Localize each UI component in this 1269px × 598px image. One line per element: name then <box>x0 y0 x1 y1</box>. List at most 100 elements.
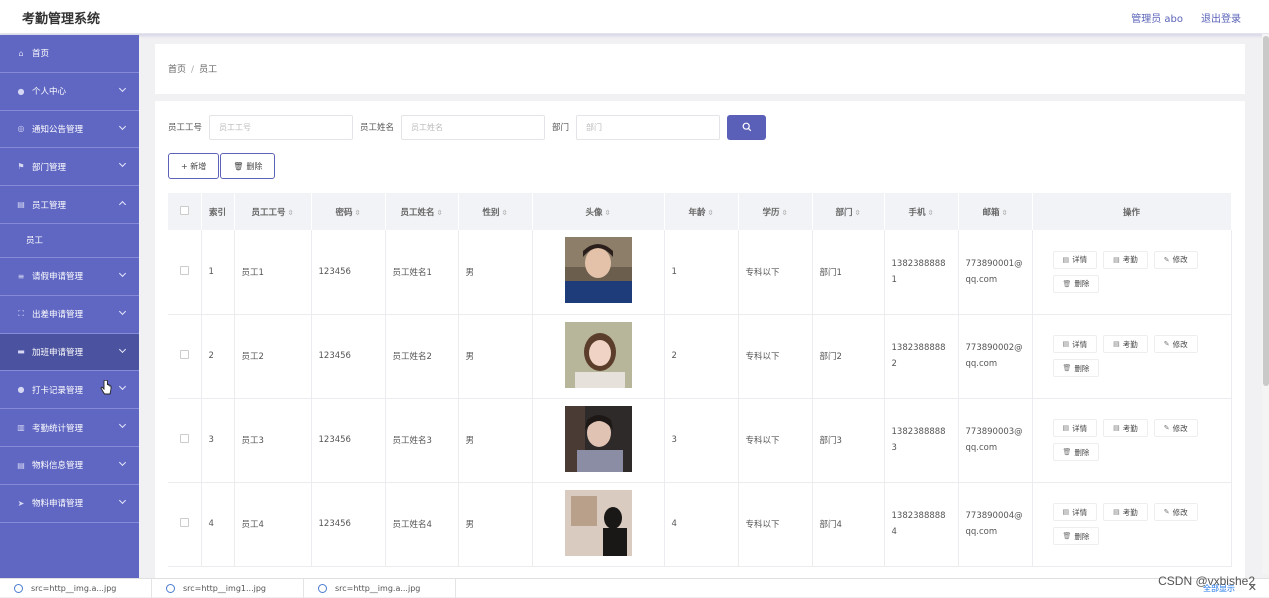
trash-icon: 🗑 <box>1062 364 1072 372</box>
trash-icon: 🗑 <box>233 161 244 171</box>
row-delete-button[interactable]: 🗑 删除 <box>1052 274 1100 293</box>
edit-button[interactable]: ✎ 修改 <box>1153 335 1198 353</box>
watermark: CSDN @vxbishe2 <box>1158 574 1255 588</box>
doc-icon: ▤ <box>17 460 25 470</box>
row-checkbox[interactable] <box>179 518 189 527</box>
add-button[interactable]: + 新增 <box>168 153 220 179</box>
globe-icon: ◎ <box>17 124 25 134</box>
sidebar-item-personal[interactable]: ● 个人中心 <box>0 73 139 111</box>
column-header[interactable]: 邮箱 ⇳ <box>958 193 1033 230</box>
download-item[interactable]: src=http__img.a...jpg <box>0 578 152 598</box>
sort-icon: ⇳ <box>854 208 861 217</box>
attendance-button[interactable]: ▤ 考勤 <box>1103 335 1148 353</box>
detail-button[interactable]: ▤ 详情 <box>1052 335 1098 353</box>
sidebar-item-department[interactable]: ⚑ 部门管理 <box>0 148 139 187</box>
row-delete-button[interactable]: 🗑 删除 <box>1052 527 1100 545</box>
row-delete-button[interactable]: 🗑 删除 <box>1052 443 1100 461</box>
menu-icon: ≡ <box>17 271 25 281</box>
edit-button[interactable]: ✎ 修改 <box>1153 419 1198 437</box>
cell-actions: ▤ 详情 ▤ 考勤 ✎ 修改 🗑 删除 <box>1032 398 1232 483</box>
avatar[interactable] <box>564 321 632 388</box>
chevron-down-icon <box>118 307 127 315</box>
column-header[interactable]: 手机 ⇳ <box>884 193 959 230</box>
sidebar-item-home[interactable]: ⌂ 首页 <box>0 35 139 73</box>
hand-cursor-icon <box>100 380 112 395</box>
cell-index: 4 <box>201 482 235 567</box>
table-row: 2 员工2 123456 员工姓名2 男 2 专科以下 部门2 13823888… <box>168 314 1232 399</box>
cell-age: 3 <box>664 398 739 483</box>
sidebar-item-label: 物料申请管理 <box>32 499 84 510</box>
column-header[interactable]: 学历 ⇳ <box>738 193 813 230</box>
detail-button[interactable]: ▤ 详情 <box>1052 419 1098 437</box>
column-header[interactable]: 员工姓名 ⇳ <box>385 193 459 230</box>
sidebar-subitem-employee[interactable]: 员工 <box>0 223 139 258</box>
column-header[interactable]: 部门 ⇳ <box>812 193 885 230</box>
logout-link[interactable]: 退出登录 <box>1201 10 1241 25</box>
doc-icon: ▤ <box>1113 340 1120 348</box>
sort-icon: ⇳ <box>436 208 443 217</box>
avatar[interactable] <box>564 237 632 304</box>
sidebar-item-material-request[interactable]: ➤ 物料申请管理 <box>0 485 139 523</box>
cell-index: 2 <box>201 314 235 399</box>
breadcrumb-current: 员工 <box>199 65 218 75</box>
cell-email: 773890004@ qq.com <box>958 482 1033 567</box>
sidebar-item-overtime[interactable]: ▬ 加班申请管理 <box>0 333 139 372</box>
attendance-button[interactable]: ▤ 考勤 <box>1103 250 1148 269</box>
search-icon <box>742 122 751 132</box>
row-delete-button[interactable]: 🗑 删除 <box>1052 359 1100 377</box>
sidebar-item-clock-in[interactable]: ● 打卡记录管理 <box>0 371 139 410</box>
row-checkbox[interactable] <box>179 434 189 443</box>
attendance-button[interactable]: ▤ 考勤 <box>1103 419 1148 437</box>
employee-name-label: 员工姓名 <box>360 123 395 133</box>
search-button[interactable] <box>727 114 767 140</box>
row-checkbox[interactable] <box>179 350 189 359</box>
sidebar-item-business-trip[interactable]: ⛶ 出差申请管理 <box>0 296 139 334</box>
doc-icon: ▤ <box>1113 424 1120 432</box>
delete-button[interactable]: 🗑 删除 <box>220 153 276 179</box>
page-scrollbar-thumb[interactable] <box>1263 36 1269 386</box>
download-item[interactable]: src=http__img.a...jpg <box>304 578 456 598</box>
department-input[interactable]: 部门 <box>576 114 721 140</box>
edit-button[interactable]: ✎ 修改 <box>1153 250 1198 269</box>
top-bar: 考勤管理系统 管理员 abo 退出登录 <box>0 0 1269 34</box>
cell-avatar <box>532 314 665 399</box>
sort-icon: ⇳ <box>1001 208 1008 217</box>
sort-icon: ⇳ <box>501 208 508 217</box>
edit-button[interactable]: ✎ 修改 <box>1153 503 1198 521</box>
trash-icon: 🗑 <box>1062 279 1072 288</box>
breadcrumb-home[interactable]: 首页 <box>168 65 186 75</box>
column-header[interactable]: 头像 ⇳ <box>532 193 665 230</box>
row-checkbox[interactable] <box>179 265 189 275</box>
column-header[interactable]: 年龄 ⇳ <box>664 193 739 230</box>
department-label: 部门 <box>552 123 570 133</box>
column-header[interactable]: 密码 ⇳ <box>311 193 386 230</box>
search-bar: 员工工号 员工工号 员工姓名 员工姓名 部门 部门 <box>168 114 767 140</box>
chevron-down-icon <box>118 160 127 168</box>
detail-button[interactable]: ▤ 详情 <box>1052 503 1098 521</box>
sidebar-item-attendance-stats[interactable]: ▥ 考勤统计管理 <box>0 409 139 447</box>
sidebar-item-leave[interactable]: ≡ 请假申请管理 <box>0 258 139 296</box>
cell-email: 773890002@ qq.com <box>958 314 1033 399</box>
user-icon: ● <box>17 86 25 96</box>
cell-avatar <box>532 398 665 483</box>
attendance-button[interactable]: ▤ 考勤 <box>1103 503 1148 521</box>
table-row: 4 员工4 123456 员工姓名4 男 4 专科以下 部门4 13823888… <box>168 482 1232 567</box>
file-icon <box>14 583 23 593</box>
select-all-checkbox[interactable] <box>179 205 189 215</box>
employee-id-input[interactable]: 员工工号 <box>209 114 354 140</box>
employee-id-label: 员工工号 <box>168 123 203 133</box>
cell-employee-name: 员工姓名2 <box>385 314 459 399</box>
employee-name-input[interactable]: 员工姓名 <box>401 114 546 140</box>
detail-button[interactable]: ▤ 详情 <box>1052 250 1098 269</box>
download-item[interactable]: src=http__img1...jpg <box>152 578 304 598</box>
chevron-up-icon <box>118 201 127 209</box>
sidebar-item-notice[interactable]: ◎ 通知公告管理 <box>0 111 139 149</box>
sidebar-item-material-info[interactable]: ▤ 物料信息管理 <box>0 447 139 485</box>
sidebar-item-employee-mgmt[interactable]: ▤ 员工管理 <box>0 186 139 224</box>
doc-icon: ▤ <box>1062 340 1070 348</box>
avatar[interactable] <box>564 489 632 556</box>
column-header[interactable]: 员工工号 ⇳ <box>234 193 312 230</box>
column-header[interactable]: 性别 ⇳ <box>458 193 533 230</box>
avatar[interactable] <box>564 405 632 472</box>
column-header[interactable]: 索引 <box>201 193 235 230</box>
